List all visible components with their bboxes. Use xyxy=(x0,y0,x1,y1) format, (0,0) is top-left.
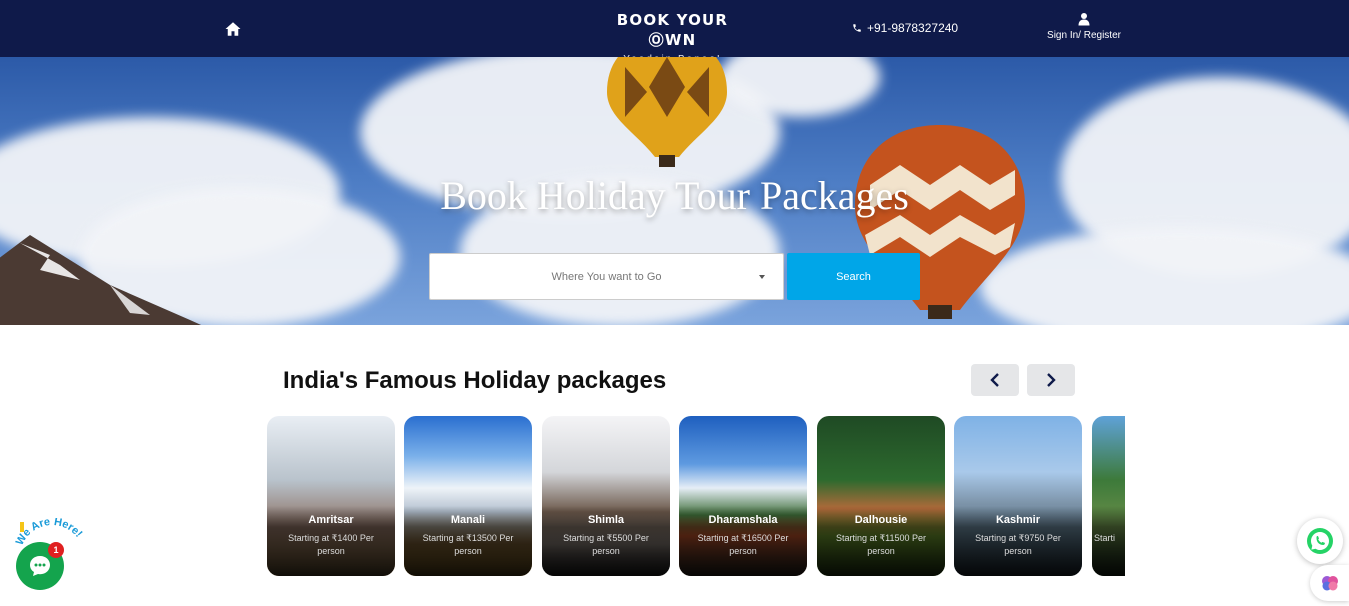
carousel-prev-button[interactable] xyxy=(971,364,1019,396)
hot-air-balloon-image xyxy=(607,57,727,167)
search-button[interactable]: Search xyxy=(787,253,920,300)
top-navbar: BOOK YOUR ⓄWN Yaadein Banao! +91-9878327… xyxy=(0,0,1349,65)
chevron-left-icon xyxy=(990,373,999,387)
carousel-next-button[interactable] xyxy=(1027,364,1075,396)
destination-select[interactable]: Where You want to Go xyxy=(429,253,784,300)
package-card-kashmir[interactable]: Kashmir Starting at ₹9750 Per person xyxy=(954,416,1082,576)
hero-banner: Book Holiday Tour Packages Where You wan… xyxy=(0,57,1349,325)
package-name: Kashmir xyxy=(995,514,1041,526)
home-icon[interactable] xyxy=(224,20,242,38)
assistant-button[interactable] xyxy=(1310,565,1349,601)
cloud xyxy=(980,227,1349,325)
package-name: Amritsar xyxy=(308,514,354,526)
signin-label: Sign In/ Register xyxy=(1047,30,1121,41)
package-name: Dharamshala xyxy=(708,514,778,526)
package-card-manali[interactable]: Manali Starting at ₹13500 Per person xyxy=(404,416,532,576)
package-card-partial[interactable]: Starti xyxy=(1092,416,1125,576)
phone-number: +91-9878327240 xyxy=(867,21,959,35)
hero-title: Book Holiday Tour Packages xyxy=(440,173,909,218)
phone-contact[interactable]: +91-9878327240 xyxy=(852,21,958,35)
chat-bubble-icon xyxy=(30,556,50,576)
chevron-right-icon xyxy=(1047,373,1056,387)
package-name: Dalhousie xyxy=(854,514,908,526)
package-name: Manali xyxy=(450,514,486,526)
phone-icon xyxy=(853,24,861,32)
brand-title: BOOK YOUR ⓄWN xyxy=(616,11,729,49)
package-price: Starting at ₹13500 Per person xyxy=(422,533,514,556)
package-name: Shimla xyxy=(587,514,625,526)
signin-register-link[interactable]: Sign In/ Register xyxy=(1045,12,1123,41)
package-card-dalhousie[interactable]: Dalhousie Starting at ₹11500 Per person xyxy=(817,416,945,576)
destination-placeholder: Where You want to Go xyxy=(551,270,662,283)
section-title: India's Famous Holiday packages xyxy=(283,367,667,394)
package-price: Starting at ₹9750 Per person xyxy=(975,533,1061,556)
whatsapp-button[interactable] xyxy=(1297,518,1343,564)
package-carousel: Amritsar Starting at ₹1400 Per person Ma… xyxy=(267,416,1125,576)
package-price: Starting at ₹16500 Per person xyxy=(697,533,789,556)
package-price: Starting at ₹5500 Per person xyxy=(563,533,649,556)
notification-badge: 1 xyxy=(48,542,64,558)
brain-icon xyxy=(1321,576,1338,591)
mountain-image xyxy=(0,235,202,325)
user-icon xyxy=(1078,13,1090,26)
chevron-down-icon xyxy=(759,275,765,279)
package-price: Starting at ₹11500 Per person xyxy=(835,533,927,556)
package-card-shimla[interactable]: Shimla Starting at ₹5500 Per person xyxy=(542,416,670,576)
package-card-dharamshala[interactable]: Dharamshala Starting at ₹16500 Per perso… xyxy=(679,416,807,576)
package-price: Starti xyxy=(1094,533,1116,543)
whatsapp-icon xyxy=(1307,528,1333,554)
package-card-amritsar[interactable]: Amritsar Starting at ₹1400 Per person xyxy=(267,416,395,576)
package-price: Starting at ₹1400 Per person xyxy=(288,533,374,556)
